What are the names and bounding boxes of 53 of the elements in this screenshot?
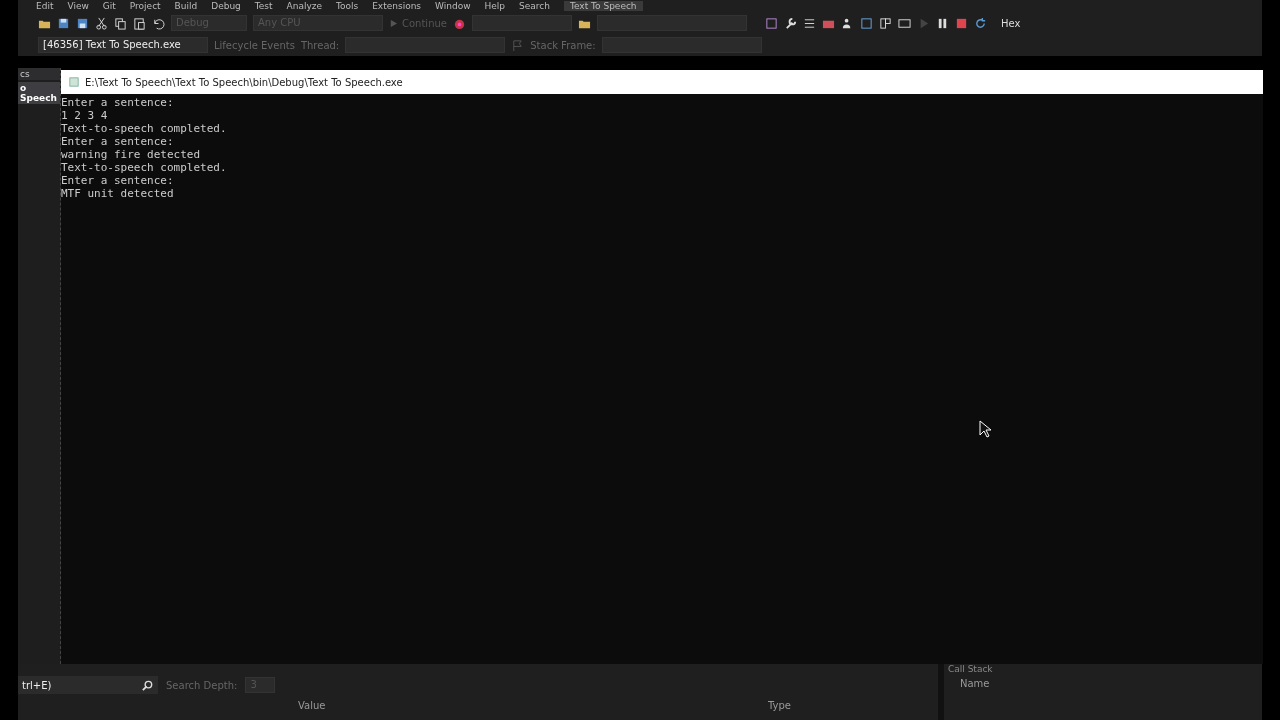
menu-item[interactable]: Tools	[336, 1, 359, 11]
restart-icon[interactable]	[973, 16, 987, 30]
menu-item[interactable]: Analyze	[286, 1, 322, 11]
cut-icon[interactable]	[95, 16, 108, 30]
copy-icon[interactable]	[114, 16, 127, 30]
console-line: Text-to-speech completed.	[61, 122, 228, 135]
console-title: E:\Text To Speech\Text To Speech\bin\Debug\Text To Speech.exe	[85, 76, 403, 88]
console-line: MTF unit detected	[61, 187, 175, 200]
hex-button[interactable]: Hex	[992, 17, 1021, 29]
menu-item[interactable]: Build	[174, 1, 198, 11]
window-icon[interactable]	[859, 16, 873, 30]
terminal-icon[interactable]	[897, 16, 911, 30]
solution-title: Text To Speech	[564, 1, 643, 11]
column-header[interactable]: Type	[768, 700, 791, 711]
panel-title: Call Stack	[948, 664, 993, 674]
mouse-cursor-icon	[979, 420, 991, 438]
search-icon[interactable]	[141, 678, 154, 692]
menu-item[interactable]: View	[67, 1, 89, 11]
console-icon	[69, 77, 79, 87]
process-dropdown[interactable]: [46356] Text To Speech.exe	[38, 37, 208, 53]
menu-item[interactable]: Window	[435, 1, 471, 11]
menu-item[interactable]: Edit	[36, 1, 54, 11]
save-icon[interactable]	[57, 16, 70, 30]
paste-icon[interactable]	[133, 16, 146, 30]
search-field[interactable]: trl+E)	[18, 676, 158, 694]
stop-icon[interactable]	[954, 16, 968, 30]
menu-item[interactable]: Git	[102, 1, 116, 11]
console-line: Text-to-speech completed.	[61, 161, 228, 174]
save-all-icon[interactable]	[76, 16, 89, 30]
thread-label: Thread:	[300, 39, 340, 51]
wrench-icon[interactable]	[783, 16, 797, 30]
stack-frame-label: Stack Frame:	[530, 39, 596, 51]
search-menu[interactable]: Search	[519, 1, 550, 11]
console-line: Enter a sentence:	[61, 96, 175, 109]
console-line: warning fire detected	[61, 148, 202, 161]
editor-tab[interactable]: o Speech	[18, 82, 60, 104]
menu-item[interactable]: Help	[484, 1, 506, 11]
undo-icon[interactable]	[152, 16, 165, 30]
console-line: Enter a sentence:	[61, 174, 175, 187]
search-depth-label: Search Depth:	[166, 679, 238, 691]
editor-tab[interactable]: cs	[18, 68, 60, 80]
menu-item[interactable]: Test	[254, 1, 273, 11]
window-icon[interactable]	[764, 16, 778, 30]
console-line: Enter a sentence:	[61, 135, 175, 148]
menu-item[interactable]: Debug	[211, 1, 241, 11]
menu-item[interactable]: Project	[129, 1, 161, 11]
column-header[interactable]: Name	[960, 678, 990, 689]
menu-item[interactable]: Extensions	[372, 1, 422, 11]
console-line: 1 2 3 4	[61, 109, 109, 122]
list-icon[interactable]	[802, 16, 816, 30]
panels-icon[interactable]	[878, 16, 892, 30]
play-icon	[389, 18, 398, 28]
column-header[interactable]: Value	[298, 700, 326, 711]
